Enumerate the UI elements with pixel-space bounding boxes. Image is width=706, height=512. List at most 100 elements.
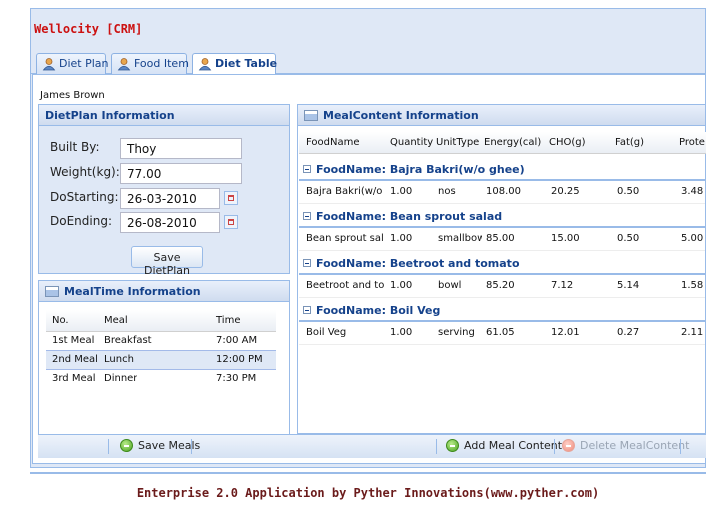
column-header-no[interactable]: No. <box>52 315 69 326</box>
mealtime-panel-title: MealTime Information <box>38 280 290 302</box>
user-icon <box>117 58 131 71</box>
column-header-foodname[interactable]: FoodName <box>306 137 359 148</box>
meal-time-cell: 7:00 AM <box>216 335 258 346</box>
foodname-cell: Bajra Bakri(w/o g <box>306 186 384 197</box>
column-header-fat[interactable]: Fat(g) <box>615 137 644 148</box>
table-row[interactable]: 2nd Meal Lunch 12:00 PM <box>46 350 276 370</box>
column-header-unittype[interactable]: UnitType <box>436 137 479 148</box>
add-meal-content-label: Add Meal Content <box>464 439 563 452</box>
collapse-icon[interactable] <box>303 165 311 173</box>
add-icon <box>446 439 459 452</box>
group-header[interactable]: FoodName: Bajra Bakri(w/o ghee) <box>299 159 705 181</box>
tab-label: Diet Table <box>215 57 278 70</box>
column-header-protein[interactable]: Prote <box>679 137 705 148</box>
do-ending-field[interactable]: 26-08-2010 <box>120 212 220 233</box>
table-icon <box>304 110 318 121</box>
table-icon <box>45 286 59 297</box>
unittype-cell: smallbow <box>438 233 482 244</box>
meal-time-cell: 7:30 PM <box>216 373 257 384</box>
protein-cell: 1.58 <box>681 280 704 291</box>
fat-cell: 0.50 <box>617 186 640 197</box>
group-header-label: FoodName: Beetroot and tomato <box>316 257 520 270</box>
group-header[interactable]: FoodName: Bean sprout salad <box>299 206 705 228</box>
meal-no-cell: 1st Meal <box>52 335 95 346</box>
meal-name-cell: Lunch <box>104 354 134 365</box>
meal-no-cell: 3rd Meal <box>52 373 96 384</box>
dietplan-panel-title: DietPlan Information <box>38 104 290 126</box>
tab-food-item[interactable]: Food Item <box>111 53 189 74</box>
foodname-cell: Boil Veg <box>306 327 347 338</box>
mealtime-title-text: MealTime Information <box>64 285 201 298</box>
fat-cell: 5.14 <box>617 280 640 291</box>
footer-text: Enterprise 2.0 Application by Pyther Inn… <box>136 486 600 500</box>
toolbar-separator <box>191 439 192 454</box>
add-meal-content-button[interactable]: Add Meal Content <box>446 439 562 452</box>
do-starting-field[interactable]: 26-03-2010 <box>120 188 220 209</box>
collapse-icon[interactable] <box>303 306 311 314</box>
group-header-label: FoodName: Bean sprout salad <box>316 210 503 223</box>
meal-name-cell: Dinner <box>104 373 138 384</box>
unittype-cell: bowl <box>438 280 462 291</box>
built-by-field[interactable]: Thoy <box>120 138 242 159</box>
table-row[interactable]: Bajra Bakri(w/o g 1.00 nos 108.00 20.25 … <box>299 180 705 204</box>
toolbar-separator <box>680 439 681 454</box>
collapse-icon[interactable] <box>303 259 311 267</box>
mealcontent-grid-body: FoodName: Bajra Bakri(w/o ghee) Bajra Ba… <box>297 156 706 346</box>
bottom-toolbar: Save Meals Add Meal Content Delete MealC… <box>38 434 706 458</box>
mealtime-grid-body: 1st Meal Breakfast 7:00 AM 2nd Meal Lunc… <box>46 332 276 396</box>
collapse-icon[interactable] <box>303 212 311 220</box>
built-by-label: Built By: <box>50 140 100 154</box>
meal-name-cell: Breakfast <box>104 335 152 346</box>
weight-field[interactable]: 77.00 <box>120 163 242 184</box>
protein-cell: 2.11 <box>681 327 704 338</box>
app-title: Wellocity [CRM] <box>34 22 143 36</box>
group-header[interactable]: FoodName: Beetroot and tomato <box>299 253 705 275</box>
add-icon <box>120 439 133 452</box>
calendar-icon[interactable] <box>224 191 238 205</box>
save-dietplan-button[interactable]: Save DietPlan <box>131 246 203 277</box>
quantity-cell: 1.00 <box>390 233 413 244</box>
tab-diet-table[interactable]: Diet Table <box>192 53 278 75</box>
quantity-cell: 1.00 <box>390 186 413 197</box>
column-header-cho[interactable]: CHO(g) <box>549 137 586 148</box>
column-header-meal[interactable]: Meal <box>104 315 128 326</box>
user-name: James Brown <box>40 90 105 101</box>
energy-cell: 61.05 <box>486 327 515 338</box>
fat-cell: 0.50 <box>617 233 640 244</box>
meal-no-cell: 2nd Meal <box>52 354 98 365</box>
table-row[interactable]: Boil Veg 1.00 serving 61.05 12.01 0.27 2… <box>299 321 705 345</box>
cho-cell: 15.00 <box>551 233 580 244</box>
quantity-cell: 1.00 <box>390 327 413 338</box>
delete-meal-content-button[interactable]: Delete MealContent <box>562 439 689 452</box>
cho-cell: 12.01 <box>551 327 580 338</box>
column-header-quantity[interactable]: Quantity <box>390 137 433 148</box>
calendar-icon[interactable] <box>224 215 238 229</box>
table-row[interactable]: Beetroot and tom 1.00 bowl 85.20 7.12 5.… <box>299 274 705 298</box>
unittype-cell: nos <box>438 186 456 197</box>
fat-cell: 0.27 <box>617 327 640 338</box>
delete-meal-content-label: Delete MealContent <box>580 439 690 452</box>
tab-diet-plan[interactable]: Diet Plan <box>36 53 109 74</box>
weight-label: Weight(kg): <box>50 165 120 179</box>
mealcontent-grid-header: FoodName Quantity UnitType Energy(cal) C… <box>299 132 706 154</box>
save-meals-button[interactable]: Save Meals <box>120 439 200 452</box>
foodname-cell: Beetroot and tom <box>306 280 384 291</box>
energy-cell: 85.00 <box>486 233 515 244</box>
table-row[interactable]: 3rd Meal Dinner 7:30 PM <box>46 370 276 390</box>
energy-cell: 85.20 <box>486 280 515 291</box>
tab-label: Diet Plan <box>59 57 109 70</box>
cho-cell: 7.12 <box>551 280 574 291</box>
user-icon <box>42 58 56 71</box>
mealtime-grid-header: No. Meal Time <box>46 310 276 332</box>
mealcontent-panel-title: MealContent Information <box>297 104 706 126</box>
column-header-energy[interactable]: Energy(cal) <box>484 137 541 148</box>
mealcontent-title-text: MealContent Information <box>323 109 479 122</box>
column-header-time[interactable]: Time <box>216 315 240 326</box>
cho-cell: 20.25 <box>551 186 580 197</box>
table-row[interactable]: Bean sprout sala 1.00 smallbow 85.00 15.… <box>299 227 705 251</box>
table-row[interactable]: 1st Meal Breakfast 7:00 AM <box>46 332 276 352</box>
do-ending-label: DoEnding: <box>50 214 112 228</box>
group-header[interactable]: FoodName: Boil Veg <box>299 300 705 322</box>
toolbar-separator <box>554 439 555 454</box>
protein-cell: 3.48 <box>681 186 704 197</box>
